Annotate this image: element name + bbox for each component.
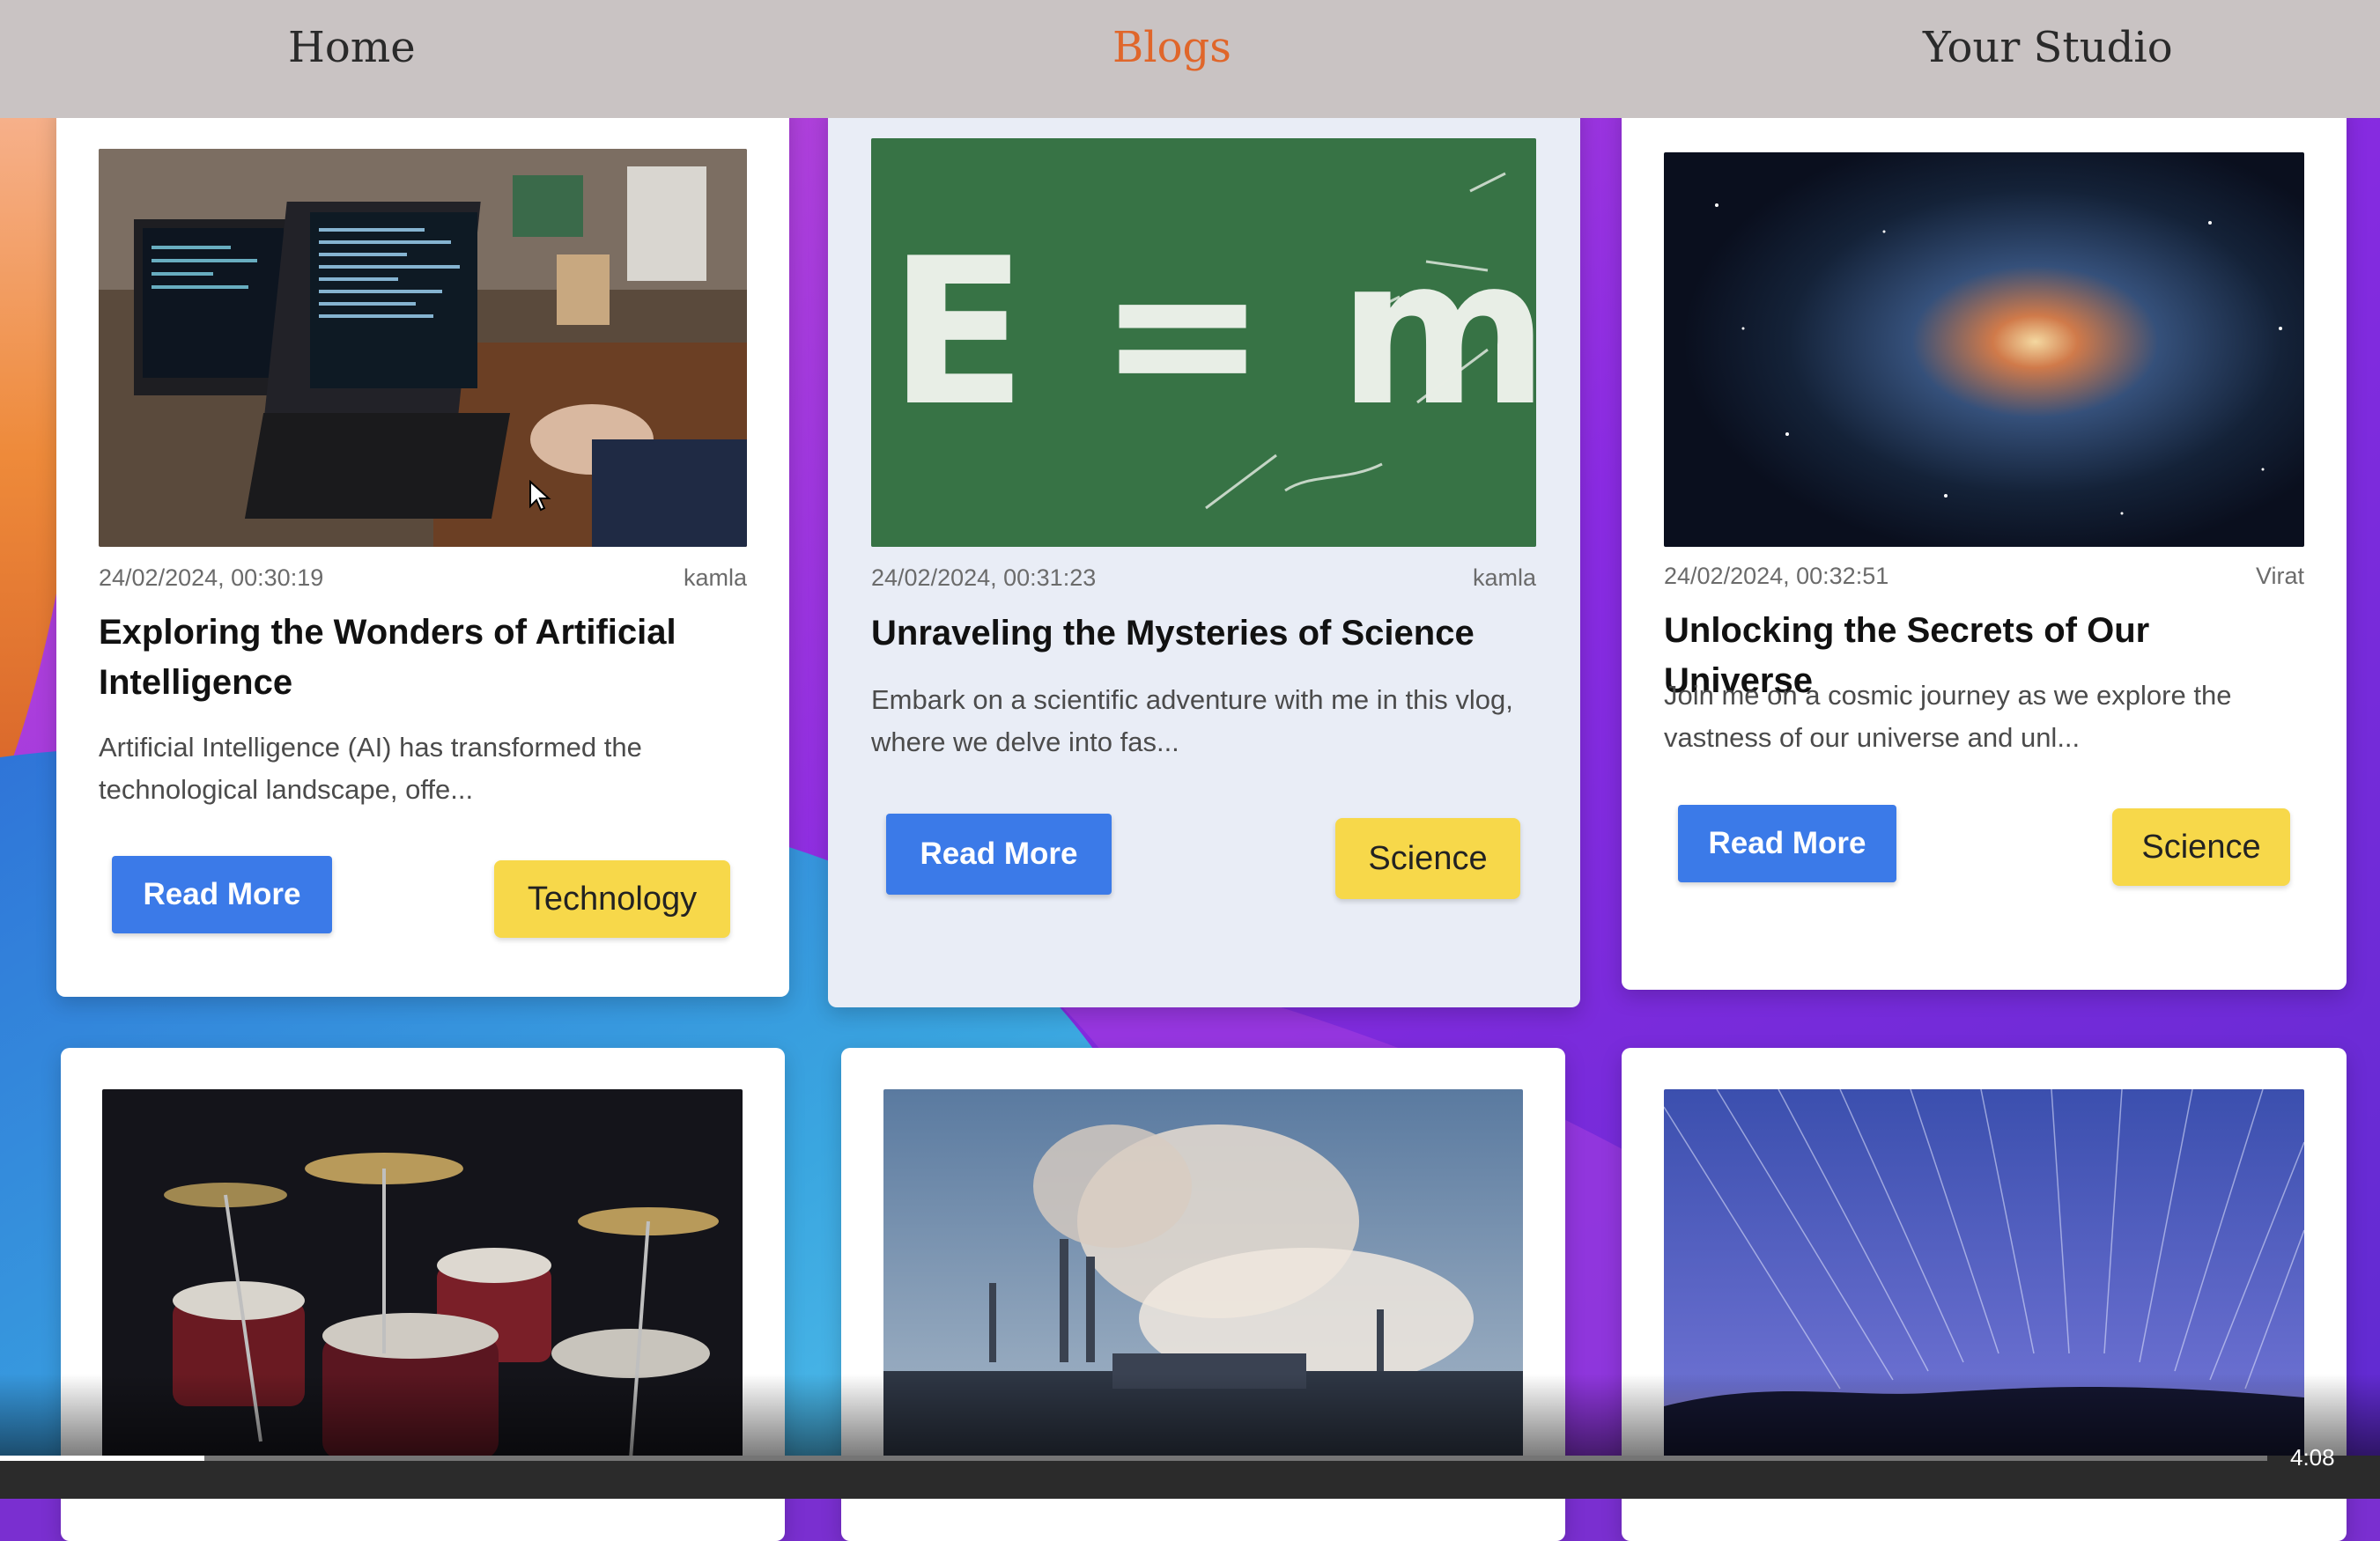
post-excerpt: Artificial Intelligence (AI) has transfo… [99,732,642,805]
post-title[interactable]: Exploring the Wonders of Artificial Inte… [99,608,747,708]
blog-card: E = mc² 24/02/2024, 00:31:23 kamla Unrav… [828,100,1580,1007]
post-author: Virat [2255,563,2304,589]
laptop-image-graphic [99,149,747,547]
nav-blogs[interactable]: Blogs [1112,23,1231,72]
top-navbar: Home Blogs Your Studio [0,0,2380,118]
laptop-workspace-image [99,149,747,547]
video-player-bar [0,1456,2380,1499]
post-title[interactable]: Unraveling the Mysteries of Science [871,608,1541,659]
galaxy-image [1664,152,2304,547]
video-overlay-gradient [0,1374,2380,1462]
chalkboard-text: E = mc² [889,216,1536,451]
post-excerpt: Embark on a scientific adventure with me… [871,684,1513,757]
post-author: kamla [1472,564,1536,591]
nav-home[interactable]: Home [288,23,416,72]
category-tag[interactable]: Science [2112,808,2290,886]
read-more-button[interactable]: Read More [886,814,1112,895]
post-date: 24/02/2024, 00:31:23 [871,564,1097,591]
video-time: 4:08 [2290,1444,2335,1471]
nav-your-studio[interactable]: Your Studio [1923,23,2173,72]
video-progress-fill [0,1456,204,1461]
chalkboard-graphic: E = mc² [871,138,1536,547]
blog-card: 24/02/2024, 00:30:19 kamla Exploring the… [56,100,789,997]
video-progress-bar[interactable] [0,1456,2267,1461]
category-tag[interactable]: Technology [494,860,730,938]
read-more-button[interactable]: Read More [112,856,332,933]
galaxy-graphic [1664,152,2304,547]
chalkboard-equation-image: E = mc² [871,138,1536,547]
mouse-cursor-icon [529,480,551,512]
read-more-button[interactable]: Read More [1678,805,1896,882]
post-date: 24/02/2024, 00:32:51 [1664,563,1889,589]
post-excerpt: Join me on a cosmic journey as we explor… [1664,680,2232,753]
category-tag[interactable]: Science [1335,818,1520,899]
post-author: kamla [683,564,747,591]
blog-card: 24/02/2024, 00:32:51 Virat Unlocking the… [1622,100,2347,990]
post-date: 24/02/2024, 00:30:19 [99,564,324,591]
